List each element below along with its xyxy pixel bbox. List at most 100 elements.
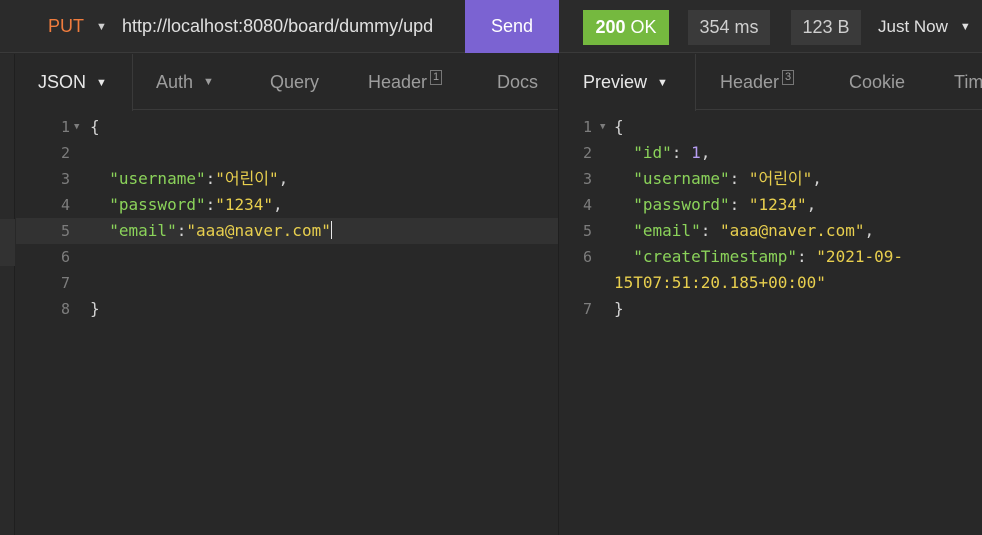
code-text: "createTimestamp": "2021-09- bbox=[633, 247, 903, 266]
line-number: 3 bbox=[582, 170, 592, 188]
history-label: Just Now bbox=[878, 16, 948, 36]
tab-auth[interactable]: Auth ▼ bbox=[156, 54, 214, 110]
line-number: 4 bbox=[582, 196, 592, 214]
response-size-badge: 123 B bbox=[791, 10, 861, 45]
line-number: 2 bbox=[582, 144, 592, 162]
json-key: "username" bbox=[109, 169, 206, 188]
line-number: 1 bbox=[60, 118, 70, 136]
code-line: 6 "createTimestamp": "2021-09- bbox=[560, 244, 982, 270]
line-number: 7 bbox=[60, 274, 70, 292]
request-pane: JSON ▼ Auth ▼ Query Header 1 Docs 1 ▼ { … bbox=[16, 54, 559, 535]
status-code: 200 bbox=[595, 17, 626, 37]
tab-timeline[interactable]: Tim bbox=[954, 54, 982, 110]
tab-json[interactable]: JSON ▼ bbox=[16, 54, 133, 111]
code-line: 5 "email": "aaa@naver.com", bbox=[560, 218, 982, 244]
code-line: 8 } bbox=[16, 296, 558, 322]
line-number: 3 bbox=[60, 170, 70, 188]
fold-arrow-icon[interactable]: ▼ bbox=[600, 114, 605, 140]
json-string: "2021-09- bbox=[816, 247, 903, 266]
tab-query[interactable]: Query bbox=[270, 54, 319, 110]
line-number: 2 bbox=[60, 144, 70, 162]
header-count-badge: 1 bbox=[430, 69, 443, 85]
code-line: 7 } bbox=[560, 296, 982, 322]
code-text: "email":"aaa@naver.com" bbox=[109, 221, 332, 240]
code-line: 4 "password":"1234", bbox=[16, 192, 558, 218]
chevron-down-icon: ▼ bbox=[96, 76, 107, 89]
url-input[interactable]: http://localhost:8080/board/dummy/upd bbox=[122, 0, 452, 53]
code-text: "username":"어린이", bbox=[109, 169, 289, 188]
response-preview: 1 ▼ { 2 "id": 1, 3 "username": "어린이", 4 … bbox=[560, 114, 982, 322]
tab-docs-label: Docs bbox=[497, 71, 539, 92]
json-key: "email" bbox=[109, 221, 177, 240]
code-line: 7 bbox=[16, 270, 558, 296]
tab-docs[interactable]: Docs bbox=[497, 54, 538, 110]
code-line: 2 bbox=[16, 140, 558, 166]
tab-json-label: JSON bbox=[38, 72, 87, 92]
json-string: "1234" bbox=[215, 195, 274, 214]
tab-cookie[interactable]: Cookie bbox=[849, 54, 905, 110]
tab-auth-label: Auth bbox=[156, 71, 194, 92]
response-tabs: Preview ▼ Header 3 Cookie Tim bbox=[560, 54, 982, 111]
line-number: 5 bbox=[60, 222, 70, 240]
code-text: "password":"1234", bbox=[109, 195, 283, 214]
request-body-editor[interactable]: 1 ▼ { 2 3 "username":"어린이", 4 "password"… bbox=[16, 114, 558, 322]
line-number: 6 bbox=[60, 248, 70, 266]
tab-preview[interactable]: Preview ▼ bbox=[560, 54, 696, 111]
code-line: 3 "username": "어린이", bbox=[560, 166, 982, 192]
tab-header-label: Header bbox=[368, 71, 428, 92]
chevron-down-icon: ▼ bbox=[96, 20, 107, 33]
json-key: "password" bbox=[109, 195, 206, 214]
code-text: "id": 1, bbox=[633, 143, 711, 162]
code-line-wrap: 15T07:51:20.185+00:00" bbox=[560, 270, 982, 296]
status-text: OK bbox=[630, 17, 657, 37]
tab-response-header-label: Header bbox=[720, 71, 780, 92]
response-pane: Preview ▼ Header 3 Cookie Tim 1 ▼ { 2 "i… bbox=[560, 54, 982, 535]
tab-timeline-label: Tim bbox=[954, 71, 982, 92]
tab-response-header[interactable]: Header 3 bbox=[720, 54, 795, 110]
code-text: "password": "1234", bbox=[633, 195, 817, 214]
code-line: 4 "password": "1234", bbox=[560, 192, 982, 218]
json-key: "password" bbox=[633, 195, 730, 214]
json-string: "aaa@naver.com" bbox=[719, 221, 865, 240]
code-line: 1 ▼ { bbox=[560, 114, 982, 140]
text-cursor bbox=[330, 221, 332, 239]
tab-cookie-label: Cookie bbox=[849, 71, 906, 92]
method-dropdown[interactable]: PUT ▼ bbox=[48, 0, 107, 53]
tab-header[interactable]: Header 1 bbox=[368, 54, 443, 110]
json-key: "email" bbox=[633, 221, 701, 240]
chevron-down-icon: ▼ bbox=[203, 76, 214, 88]
chevron-down-icon: ▼ bbox=[657, 76, 668, 89]
request-bar: PUT ▼ http://localhost:8080/board/dummy/… bbox=[0, 0, 982, 53]
line-number: 5 bbox=[582, 222, 592, 240]
sidebar-selected-marker bbox=[0, 219, 15, 266]
line-number: 1 bbox=[582, 118, 592, 136]
request-tabs: JSON ▼ Auth ▼ Query Header 1 Docs bbox=[16, 54, 558, 111]
chevron-down-icon: ▼ bbox=[959, 20, 971, 33]
tab-preview-label: Preview bbox=[583, 72, 648, 92]
code-line-active: 5 "email":"aaa@naver.com" bbox=[16, 218, 558, 244]
header-count-badge: 3 bbox=[782, 69, 795, 85]
code-line: 6 bbox=[16, 244, 558, 270]
fold-arrow-icon[interactable]: ▼ bbox=[74, 114, 79, 140]
tab-query-label: Query bbox=[270, 71, 320, 92]
line-number: 6 bbox=[582, 248, 592, 266]
json-string: "1234" bbox=[748, 195, 807, 214]
response-time-badge: 354 ms bbox=[688, 10, 770, 45]
code-line: 3 "username":"어린이", bbox=[16, 166, 558, 192]
history-dropdown[interactable]: Just Now ▼ bbox=[878, 0, 971, 53]
json-key: "createTimestamp" bbox=[633, 247, 798, 266]
json-string: "어린이" bbox=[215, 169, 279, 188]
line-number: 7 bbox=[582, 300, 592, 318]
json-string: "aaa@naver.com" bbox=[186, 221, 331, 240]
send-button[interactable]: Send bbox=[465, 0, 559, 53]
line-number: 8 bbox=[60, 300, 70, 318]
sidebar-edge[interactable] bbox=[0, 54, 15, 535]
json-string: 15T07:51:20.185+00:00" bbox=[614, 273, 826, 292]
json-key: "username" bbox=[633, 169, 730, 188]
json-string: "어린이" bbox=[748, 169, 813, 188]
code-line: 2 "id": 1, bbox=[560, 140, 982, 166]
line-number: 4 bbox=[60, 196, 70, 214]
code-line: 1 ▼ { bbox=[16, 114, 558, 140]
code-text: "email": "aaa@naver.com", bbox=[633, 221, 875, 240]
code-text: "username": "어린이", bbox=[633, 169, 822, 188]
